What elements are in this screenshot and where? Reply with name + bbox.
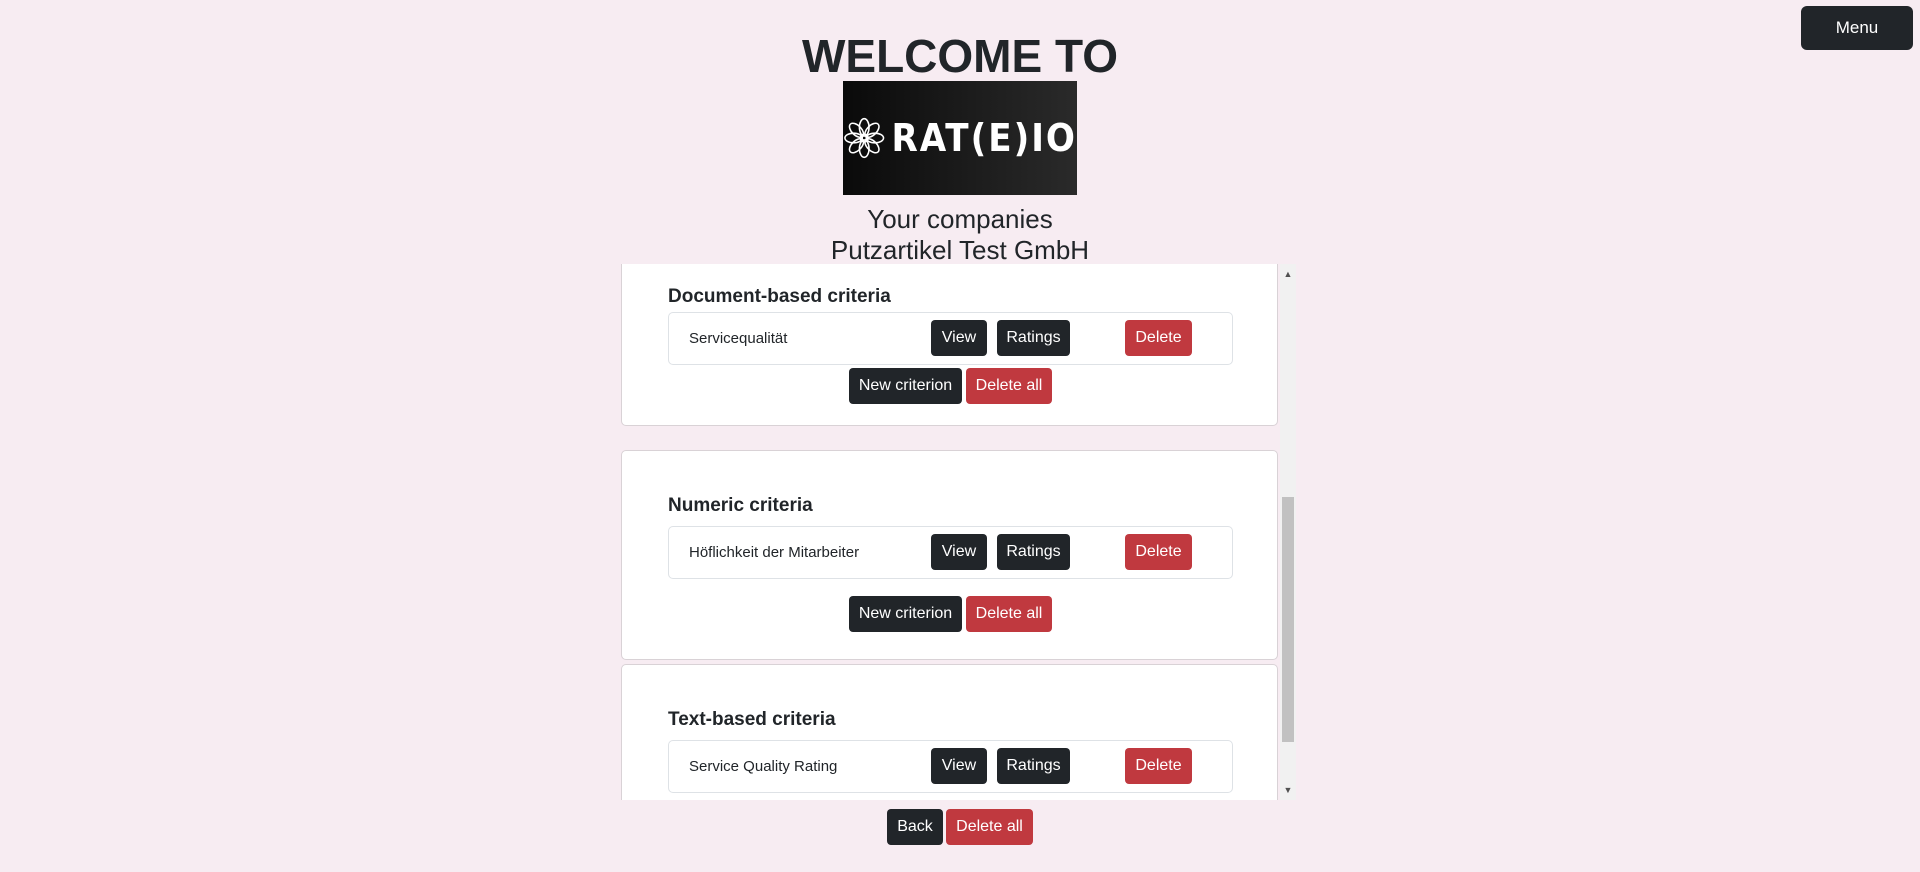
document-criteria-card: Document-based criteria Servicequalität … <box>621 264 1278 426</box>
section-actions: New criterion Delete all <box>622 596 1277 632</box>
companies-heading: Your companies <box>867 204 1053 234</box>
view-button[interactable]: View <box>931 534 987 570</box>
company-name: Putzartikel Test GmbH <box>830 235 1090 265</box>
criterion-name: Höflichkeit der Mitarbeiter <box>689 544 860 561</box>
section-title: Numeric criteria <box>668 495 813 516</box>
back-button[interactable]: Back <box>887 809 943 845</box>
delete-button[interactable]: Delete <box>1125 320 1192 356</box>
criteria-scroll-area[interactable]: Document-based criteria Servicequalität … <box>620 264 1296 800</box>
delete-all-button[interactable]: Delete all <box>966 596 1052 632</box>
criterion-name: Servicequalität <box>689 330 788 347</box>
flower-icon <box>844 117 885 159</box>
ratings-button[interactable]: Ratings <box>997 320 1070 356</box>
view-button[interactable]: View <box>931 748 987 784</box>
scroll-up-arrow-icon[interactable]: ▲ <box>1280 266 1296 282</box>
scrollbar[interactable]: ▲ ▼ <box>1280 264 1296 800</box>
criterion-name: Service Quality Rating <box>689 758 838 775</box>
view-button[interactable]: View <box>931 320 987 356</box>
delete-all-criteria-button[interactable]: Delete all <box>946 809 1033 845</box>
welcome-title: WELCOME TO <box>801 30 1119 82</box>
delete-all-button[interactable]: Delete all <box>966 368 1052 404</box>
logo-text: RAT(E)IO <box>891 116 1077 160</box>
section-title: Text-based criteria <box>668 709 836 730</box>
numeric-criteria-card: Numeric criteria Höflichkeit der Mitarbe… <box>621 450 1278 660</box>
text-criteria-card: Text-based criteria Service Quality Rati… <box>621 664 1278 800</box>
scroll-down-arrow-icon[interactable]: ▼ <box>1280 782 1296 798</box>
section-actions: New criterion Delete all <box>622 368 1277 404</box>
delete-button[interactable]: Delete <box>1125 748 1192 784</box>
ratings-button[interactable]: Ratings <box>997 534 1070 570</box>
new-criterion-button[interactable]: New criterion <box>849 368 962 404</box>
ratio-logo: RAT(E)IO <box>843 81 1077 195</box>
criterion-row: Höflichkeit der Mitarbeiter View Ratings… <box>668 526 1233 579</box>
ratings-button[interactable]: Ratings <box>997 748 1070 784</box>
new-criterion-button[interactable]: New criterion <box>849 596 962 632</box>
criterion-row: Servicequalität View Ratings Delete <box>668 312 1233 365</box>
criterion-row: Service Quality Rating View Ratings Dele… <box>668 740 1233 793</box>
page-actions: Back Delete all <box>0 809 1920 845</box>
scrollbar-thumb[interactable] <box>1282 497 1294 742</box>
delete-button[interactable]: Delete <box>1125 534 1192 570</box>
section-title: Document-based criteria <box>668 286 891 307</box>
